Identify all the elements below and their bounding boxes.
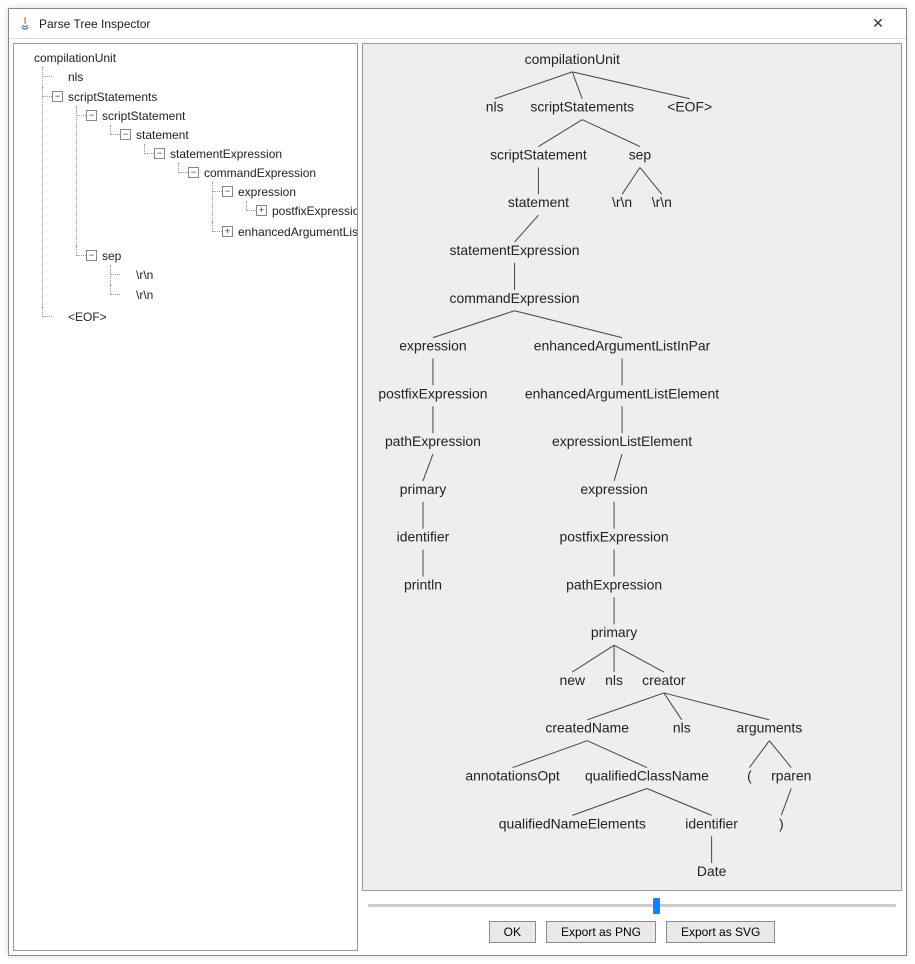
tree-node-nls[interactable]: nls <box>52 67 355 87</box>
diag-eof: <EOF> <box>667 99 712 115</box>
diag-postfixExpression: postfixExpression <box>378 385 487 401</box>
diag-nls3: nls <box>673 720 691 736</box>
button-row: OK Export as PNG Export as SVG <box>362 917 902 951</box>
app-window: Parse Tree Inspector ✕ compilationUnit n… <box>8 8 907 956</box>
tree-toggle[interactable]: − <box>188 167 199 178</box>
tree-toggle[interactable]: − <box>120 129 131 140</box>
diag-rparen-label: rparen <box>771 768 811 784</box>
diag-identifier: identifier <box>397 529 450 545</box>
tree-panel[interactable]: compilationUnit nls − scriptStatements − <box>13 43 358 951</box>
tree-toggle[interactable]: − <box>154 148 165 159</box>
diag-arguments: arguments <box>736 720 802 736</box>
tree-node-statement[interactable]: − statement − statementExpression <box>120 125 355 245</box>
diag-pathExpression2: pathExpression <box>566 576 662 592</box>
diag-println: println <box>404 576 442 592</box>
diag-date: Date <box>697 863 727 879</box>
export-png-button[interactable]: Export as PNG <box>546 921 656 943</box>
tree-node-compilationUnit[interactable]: compilationUnit nls − scriptStatements − <box>18 48 355 328</box>
export-svg-button[interactable]: Export as SVG <box>666 921 775 943</box>
tree-node-eof[interactable]: <EOF> <box>52 307 355 327</box>
diag-primary: primary <box>400 481 446 497</box>
tree-toggle[interactable]: + <box>256 205 267 216</box>
tree-label: \r\n <box>136 268 153 282</box>
tree-node-enhancedArgumentListInPar[interactable]: + enhancedArgumentListInPar <box>222 222 355 242</box>
tree-node-scriptStatement[interactable]: − scriptStatement − statement <box>86 106 355 246</box>
diag-enhancedArgumentListElement: enhancedArgumentListElement <box>525 385 719 401</box>
zoom-slider[interactable] <box>368 904 896 907</box>
diag-createdName: createdName <box>545 720 629 736</box>
diag-nls2: nls <box>605 672 623 688</box>
tree-label: scriptStatements <box>68 90 157 104</box>
tree-label: enhancedArgumentListInPar <box>238 225 358 239</box>
tree-toggle[interactable]: − <box>52 91 63 102</box>
diag-postfixExpression2: postfixExpression <box>560 529 669 545</box>
tree-label: statement <box>136 128 189 142</box>
parse-tree-diagram[interactable]: compilationUnit nls scriptStatements <EO… <box>362 43 902 891</box>
diag-annotationsOpt: annotationsOpt <box>465 768 560 784</box>
tree-node-statementExpression[interactable]: − statementExpression − commandExpressio… <box>154 144 355 244</box>
diag-qualifiedNameElements: qualifiedNameElements <box>499 815 646 831</box>
diag-creator: creator <box>642 672 686 688</box>
ok-button[interactable]: OK <box>489 921 536 943</box>
tree-node-postfixExpression[interactable]: + postfixExpression <box>256 201 355 221</box>
diag-expression2: expression <box>580 481 647 497</box>
diag-compilationUnit: compilationUnit <box>525 51 620 67</box>
right-panel: compilationUnit nls scriptStatements <EO… <box>362 43 902 951</box>
window-title: Parse Tree Inspector <box>39 17 858 31</box>
diag-pathExpression: pathExpression <box>385 433 481 449</box>
diag-identifier2: identifier <box>685 815 738 831</box>
tree-node-rn[interactable]: \r\n <box>120 285 355 305</box>
zoom-slider-row <box>362 893 902 917</box>
title-bar[interactable]: Parse Tree Inspector ✕ <box>9 9 906 39</box>
diag-expression: expression <box>399 338 466 354</box>
tree-node-scriptStatements[interactable]: − scriptStatements − scriptStatement − <box>52 87 355 307</box>
diag-lparen: ( <box>747 768 752 784</box>
tree-node-commandExpression[interactable]: − commandExpression − expression <box>188 163 355 243</box>
tree-node-rn[interactable]: \r\n <box>120 265 355 285</box>
diag-commandExpression: commandExpression <box>450 290 580 306</box>
diag-new: new <box>560 672 586 688</box>
zoom-slider-thumb[interactable] <box>653 898 660 914</box>
java-icon <box>17 16 33 32</box>
tree-toggle[interactable]: − <box>222 186 233 197</box>
tree-label: sep <box>102 249 121 263</box>
tree-label: postfixExpression <box>272 204 358 218</box>
diag-enhancedArgumentListInPar: enhancedArgumentListInPar <box>534 338 711 354</box>
tree-label: statementExpression <box>170 147 282 161</box>
diag-sep: sep <box>629 146 652 162</box>
diag-rparen: ) <box>779 815 784 831</box>
tree-toggle[interactable]: + <box>222 226 233 237</box>
parse-tree-svg: compilationUnit nls scriptStatements <EO… <box>363 44 901 890</box>
diag-expressionListElement: expressionListElement <box>552 433 692 449</box>
tree-node-sep[interactable]: − sep \r\n \r\n <box>86 246 355 306</box>
tree-label: \r\n <box>136 288 153 302</box>
content-area: compilationUnit nls − scriptStatements − <box>9 39 906 955</box>
diag-scriptStatements: scriptStatements <box>530 99 634 115</box>
tree-label: commandExpression <box>204 166 316 180</box>
tree-label: <EOF> <box>68 310 107 324</box>
diag-rn: \r\n <box>652 194 672 210</box>
diag-nls: nls <box>486 99 504 115</box>
tree-label: expression <box>238 185 296 199</box>
close-button[interactable]: ✕ <box>858 10 898 38</box>
tree-toggle[interactable]: − <box>86 250 97 261</box>
tree-label: scriptStatement <box>102 109 185 123</box>
diag-primary2: primary <box>591 624 637 640</box>
diag-scriptStatement: scriptStatement <box>490 146 587 162</box>
diag-rn: \r\n <box>612 194 632 210</box>
tree-node-expression[interactable]: − expression + pos <box>222 182 355 222</box>
tree-label: nls <box>68 70 83 84</box>
diag-qualifiedClassName: qualifiedClassName <box>585 768 709 784</box>
diag-statementExpression: statementExpression <box>450 242 580 258</box>
diag-statement: statement <box>508 194 569 210</box>
tree-toggle[interactable]: − <box>86 110 97 121</box>
tree-label: compilationUnit <box>34 51 116 65</box>
